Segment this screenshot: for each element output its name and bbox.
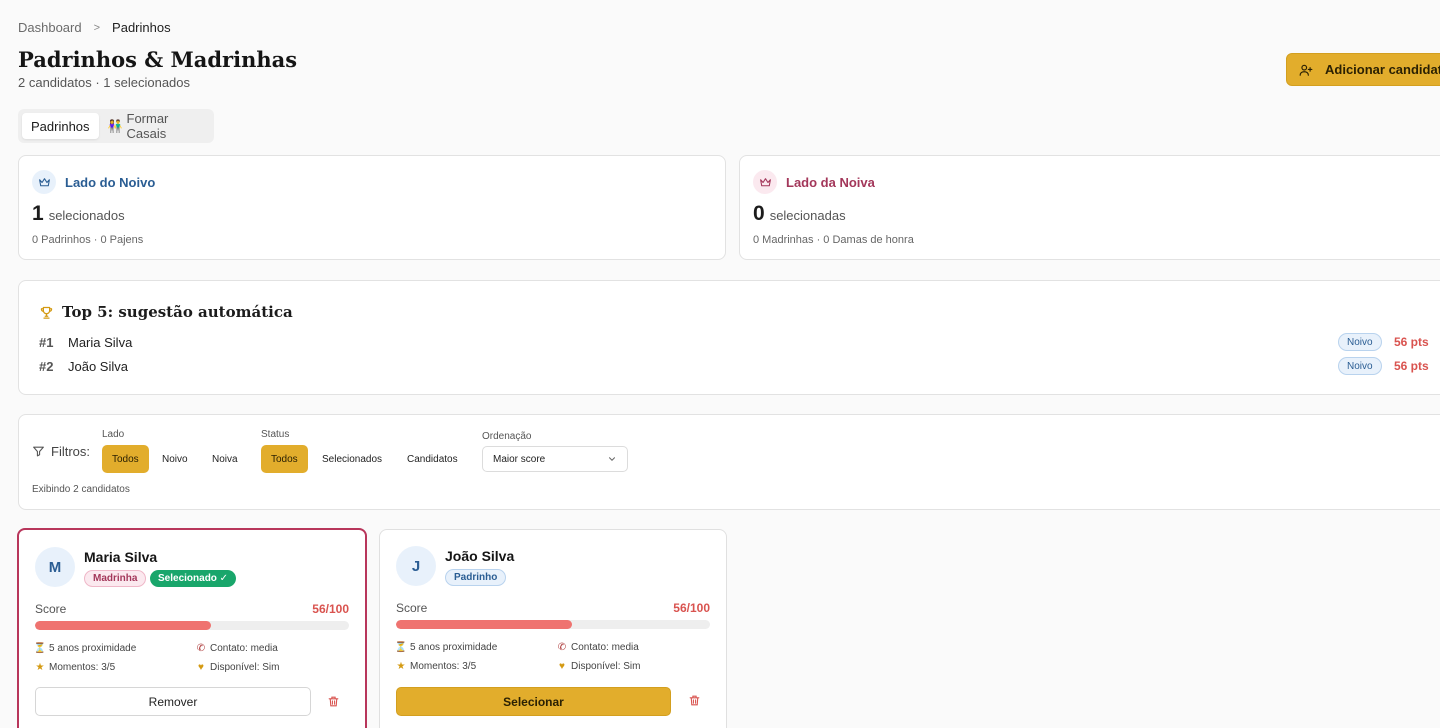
proximity-text: 5 anos proximidade — [49, 643, 137, 654]
groom-selected-count: 1 — [32, 202, 44, 225]
crown-icon — [32, 170, 56, 194]
top5-side-badge: Noivo — [1338, 333, 1382, 351]
add-candidate-button[interactable]: Adicionar candidato — [1286, 53, 1440, 86]
sort-label: Ordenação — [482, 431, 532, 442]
top5-points: 56 pts — [1394, 359, 1429, 373]
avatar: M — [35, 547, 75, 587]
filter-lado-noivo[interactable]: Noivo — [152, 445, 198, 473]
bride-selected-label: selecionadas — [769, 208, 846, 223]
groom-side-title: Lado do Noivo — [65, 174, 156, 190]
filter-lado-noiva[interactable]: Noiva — [202, 445, 248, 473]
page-title: Padrinhos & Madrinhas — [18, 47, 298, 72]
breadcrumb-current: Padrinhos — [112, 20, 171, 35]
groom-side-details: 0 Padrinhos · 0 Pajens — [32, 234, 144, 246]
candidate-card: M Maria Silva Madrinha Selecionado ✓ Sco… — [17, 528, 367, 728]
groom-selected-label: selecionados — [48, 208, 125, 223]
select-button[interactable]: Selecionar — [396, 687, 671, 716]
top5-side-badge: Noivo — [1338, 357, 1382, 375]
tab-formar-casais[interactable]: 👫 Formar Casais — [99, 111, 210, 141]
breadcrumb-dashboard[interactable]: Dashboard — [18, 20, 82, 35]
star-icon: ★ — [396, 661, 406, 672]
top5-title: Top 5: sugestão automática — [62, 303, 293, 321]
page-subtitle: 2 candidatos · 1 selecionados — [18, 75, 191, 90]
candidate-name: João Silva — [445, 548, 515, 564]
top5-rank: #2 — [39, 358, 54, 374]
candidate-name: Maria Silva — [84, 549, 158, 565]
results-count: Exibindo 2 candidatos — [32, 484, 130, 495]
tab-padrinhos-label: Padrinhos — [31, 118, 90, 134]
sort-select-value: Maior score — [493, 453, 546, 465]
bride-side-details: 0 Madrinhas · 0 Damas de honra — [753, 234, 914, 246]
crown-icon — [753, 170, 777, 194]
phone-icon: ✆ — [557, 642, 567, 653]
top5-name: João Silva — [68, 358, 128, 374]
bride-selected-count: 0 — [753, 202, 765, 225]
star-icon: ★ — [35, 662, 45, 673]
hourglass-icon: ⏳ — [33, 643, 47, 654]
bride-side-title: Lado da Noiva — [786, 174, 875, 190]
user-plus-icon — [1299, 64, 1313, 76]
score-label: Score — [396, 601, 428, 615]
role-badge: Padrinho — [445, 569, 507, 586]
breadcrumb: Dashboard > Padrinhos — [18, 20, 171, 35]
score-value: 56/100 — [312, 602, 349, 616]
contact-text: Contato: media — [210, 643, 278, 654]
filters-label: Filtros: — [51, 443, 90, 459]
filter-lado-label: Lado — [102, 429, 125, 440]
top5-rank: #1 — [39, 334, 54, 350]
filter-lado-todos[interactable]: Todos — [102, 445, 149, 473]
avatar: J — [396, 546, 436, 586]
role-badge: Madrinha — [84, 570, 147, 587]
tab-formar-casais-label: Formar Casais — [126, 111, 169, 141]
score-bar-fill — [396, 620, 572, 629]
score-bar-fill — [35, 621, 211, 630]
availability-text: Disponível: Sim — [210, 662, 280, 673]
proximity-text: 5 anos proximidade — [410, 642, 498, 653]
chevron-down-icon — [608, 457, 616, 461]
couple-icon: 👫 — [107, 119, 123, 133]
tab-padrinhos[interactable]: Padrinhos — [22, 113, 99, 139]
filter-icon — [33, 446, 44, 456]
top5-row[interactable]: #2 João Silva Noivo 56 pts — [39, 356, 1439, 376]
score-label: Score — [35, 602, 67, 616]
filter-status-todos[interactable]: Todos — [261, 445, 308, 473]
tab-bar: Padrinhos 👫 Formar Casais — [18, 109, 214, 143]
moments-text: Momentos: 3/5 — [410, 661, 477, 672]
top5-name: Maria Silva — [68, 334, 133, 350]
add-candidate-label: Adicionar candidato — [1325, 62, 1440, 77]
hourglass-icon: ⏳ — [394, 642, 408, 653]
score-bar — [35, 621, 349, 630]
groom-side-card: Lado do Noivo 1 selecionados 0 Padrinhos… — [18, 155, 726, 260]
top5-suggestions-card: Top 5: sugestão automática #1 Maria Silv… — [18, 280, 1440, 395]
trash-icon[interactable] — [685, 691, 703, 709]
heart-icon: ♥ — [559, 661, 565, 672]
heart-icon: ♥ — [198, 662, 204, 673]
filters-card: Filtros: Lado Todos Noivo Noiva Status T… — [18, 414, 1440, 510]
top5-row[interactable]: #1 Maria Silva Noivo 56 pts — [39, 332, 1439, 352]
top5-points: 56 pts — [1394, 335, 1429, 349]
filter-status-selecionados[interactable]: Selecionados — [312, 445, 392, 473]
bride-side-card: Lado da Noiva 0 selecionadas 0 Madrinhas… — [739, 155, 1440, 260]
score-value: 56/100 — [673, 601, 710, 615]
remove-button[interactable]: Remover — [35, 687, 311, 716]
trophy-icon — [40, 306, 53, 319]
filter-status-candidatos[interactable]: Candidatos — [397, 445, 468, 473]
moments-text: Momentos: 3/5 — [49, 662, 116, 673]
chevron-right-icon: > — [93, 21, 101, 34]
filter-status-label: Status — [261, 429, 290, 440]
sort-select[interactable]: Maior score — [482, 446, 628, 472]
availability-text: Disponível: Sim — [571, 661, 641, 672]
score-bar — [396, 620, 710, 629]
trash-icon[interactable] — [324, 692, 342, 710]
selected-badge: Selecionado ✓ — [150, 570, 237, 587]
phone-icon: ✆ — [196, 643, 206, 654]
contact-text: Contato: media — [571, 642, 639, 653]
candidate-card: J João Silva Padrinho Score 56/100 ⏳ 5 a… — [379, 529, 727, 728]
